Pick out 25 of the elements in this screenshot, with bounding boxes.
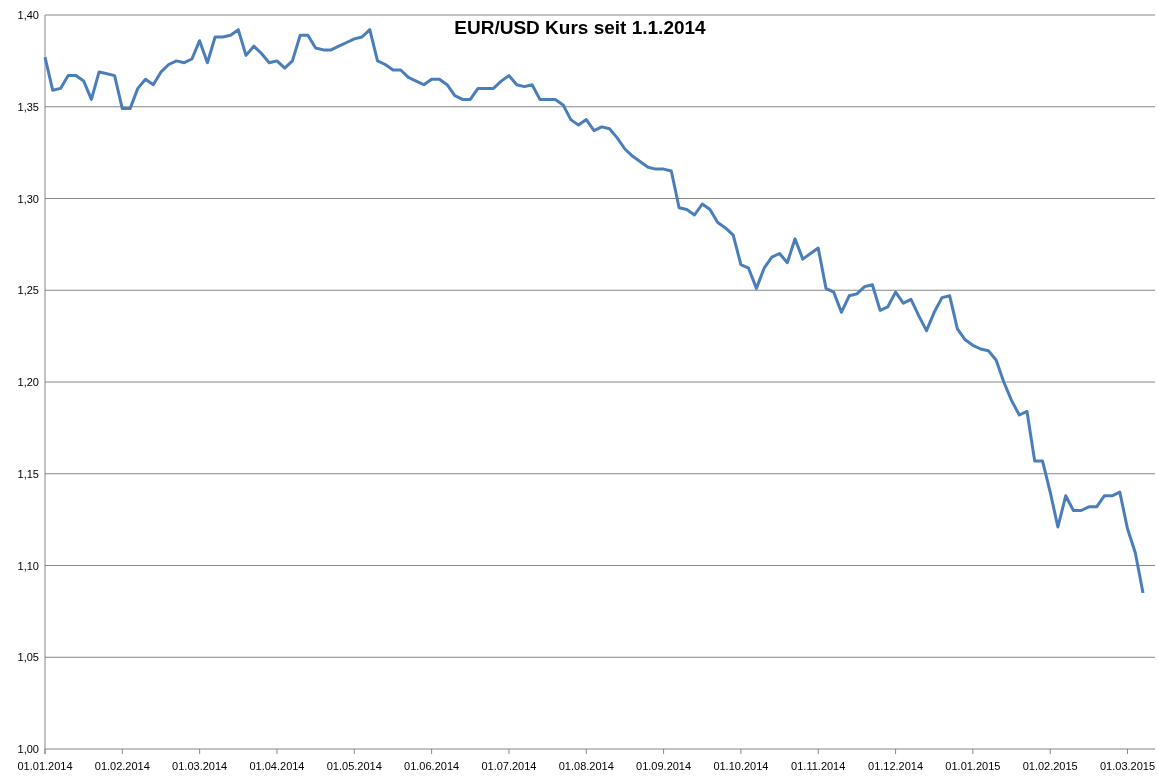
- y-tick-label: 1,10: [17, 559, 39, 572]
- y-tick-label: 1,05: [17, 651, 39, 664]
- x-tick-label: 01.02.2014: [94, 760, 150, 772]
- x-tick-label: 01.12.2014: [868, 760, 924, 772]
- y-tick-label: 1,40: [17, 9, 39, 21]
- x-tick-label: 01.05.2014: [326, 760, 382, 772]
- x-tick-label: 01.01.2014: [17, 760, 73, 772]
- x-tick-label: 01.10.2014: [713, 760, 769, 772]
- x-tick-label: 01.02.2015: [1022, 760, 1078, 772]
- y-tick-label: 1,30: [17, 192, 39, 205]
- y-tick-label: 1,00: [17, 743, 39, 755]
- chart-title: EUR/USD Kurs seit 1.1.2014: [454, 17, 706, 38]
- x-tick-label: 01.01.2015: [945, 760, 1001, 772]
- x-tick-label: 01.03.2014: [172, 760, 228, 772]
- y-tick-label: 1,35: [17, 100, 39, 113]
- x-tick-label: 01.03.2015: [1100, 760, 1156, 772]
- y-tick-label: 1,25: [17, 284, 39, 297]
- x-tick-label: 01.08.2014: [558, 760, 614, 772]
- y-tick-label: 1,15: [17, 467, 39, 480]
- y-tick-label: 1,20: [17, 376, 39, 388]
- x-tick-label: 01.09.2014: [636, 760, 692, 772]
- x-tick-label: 01.07.2014: [481, 760, 537, 772]
- x-tick-label: 01.06.2014: [404, 760, 460, 772]
- x-tick-label: 01.11.2014: [791, 760, 846, 772]
- x-tick-label: 01.04.2014: [249, 760, 305, 772]
